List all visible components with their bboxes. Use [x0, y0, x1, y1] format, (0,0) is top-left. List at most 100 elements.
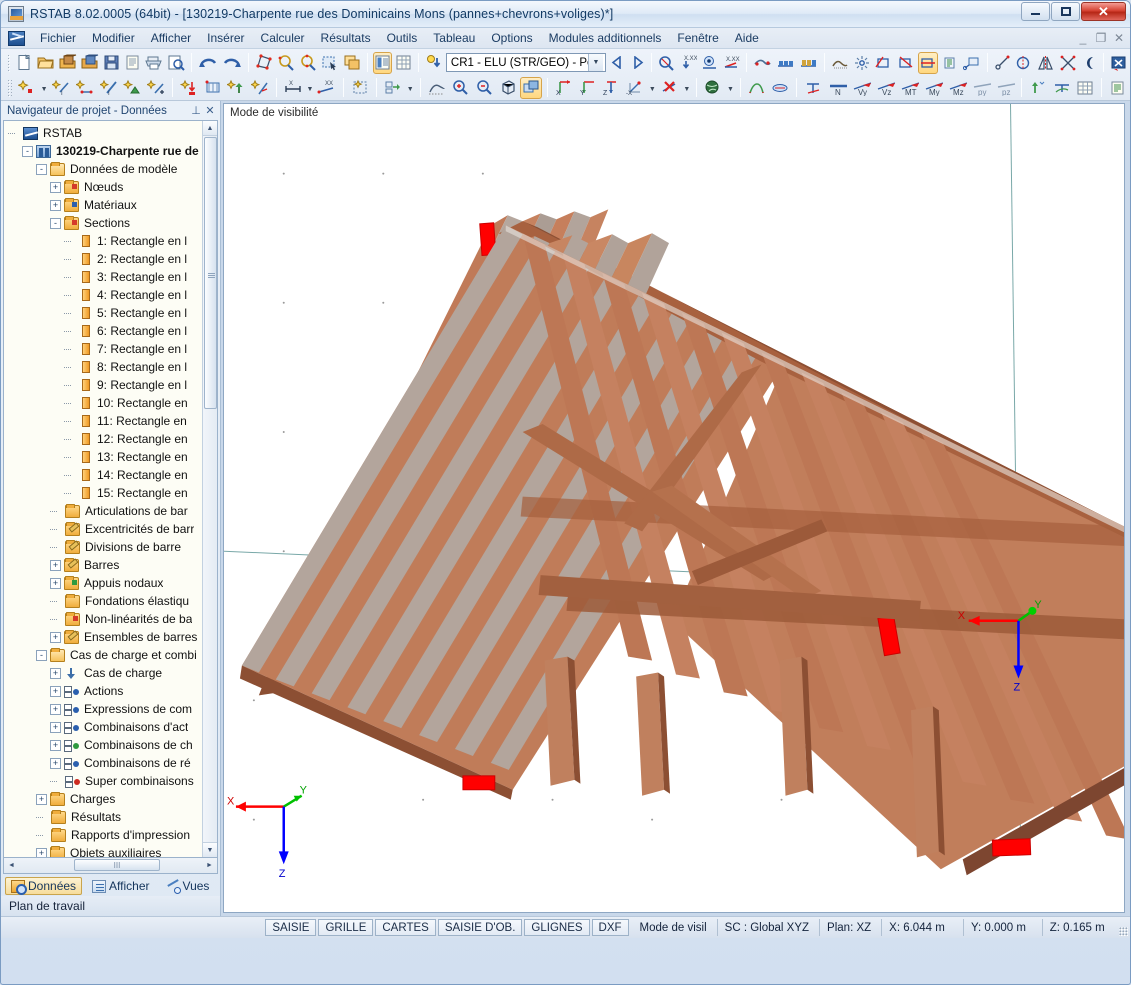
menu-calculer[interactable]: Calculer: [253, 29, 313, 47]
status-button-dxf[interactable]: DXF: [591, 919, 629, 936]
expand-icon[interactable]: +: [50, 577, 61, 589]
open-file-icon[interactable]: [36, 52, 56, 74]
mirror-vertical-icon[interactable]: [1014, 52, 1033, 74]
print-preview-icon[interactable]: [166, 52, 186, 74]
status-button-cartes[interactable]: CARTES: [375, 919, 436, 936]
new-member-nodes-icon[interactable]: [74, 77, 96, 99]
render-mode-icon[interactable]: [520, 76, 543, 99]
tree-node[interactable]: - Cas de charge et combi: [8, 646, 217, 664]
mdi-close-button[interactable]: ✕: [1113, 31, 1125, 45]
result-display-icon[interactable]: [700, 52, 719, 74]
status-button-glignes[interactable]: GLIGNES: [524, 919, 590, 936]
load-case-add-icon[interactable]: [424, 52, 443, 74]
mdi-restore-button[interactable]: ❐: [1095, 31, 1107, 45]
close-button[interactable]: ✕: [1081, 2, 1126, 21]
rotate-icon[interactable]: [1058, 52, 1078, 74]
timber-roof-model[interactable]: X Y Z X Y Z: [224, 104, 1124, 912]
expand-icon[interactable]: +: [50, 703, 61, 715]
tree-node[interactable]: 11: Rectangle en: [8, 412, 217, 430]
next-load-case-icon[interactable]: [629, 52, 647, 74]
tree-node[interactable]: 13: Rectangle en: [8, 448, 217, 466]
expand-icon[interactable]: +: [50, 667, 61, 679]
scroll-right-icon[interactable]: ►: [202, 862, 217, 869]
printout-report-icon[interactable]: [1107, 77, 1129, 99]
new-load-icon[interactable]: [178, 77, 200, 99]
tree-node[interactable]: 9: Rectangle en l: [8, 376, 217, 394]
tree-node[interactable]: - Sections: [8, 214, 217, 232]
tree-node[interactable]: 8: Rectangle en l: [8, 358, 217, 376]
expand-icon[interactable]: +: [50, 631, 61, 643]
maximize-button[interactable]: [1051, 2, 1080, 21]
view-axis-y-icon[interactable]: [896, 52, 916, 74]
select-special-icon[interactable]: [276, 52, 296, 74]
tree-node[interactable]: Résultats: [8, 808, 217, 826]
new-member-line-icon[interactable]: I: [98, 77, 120, 99]
tree-node[interactable]: + Charges: [8, 790, 217, 808]
menu-resultats[interactable]: Résultats: [313, 29, 379, 47]
menu-modifier[interactable]: Modifier: [84, 29, 143, 47]
menu-inserer[interactable]: Insérer: [199, 29, 252, 47]
deformation-icon[interactable]: [1027, 77, 1049, 99]
hscroll-thumb[interactable]: III: [74, 859, 160, 871]
scroll-down-icon[interactable]: ▼: [203, 842, 217, 857]
tree-node[interactable]: 4: Rectangle en l: [8, 286, 217, 304]
result-pz-icon[interactable]: pz: [994, 77, 1016, 99]
resize-grip[interactable]: [1117, 917, 1130, 938]
tab-donnees[interactable]: Données: [5, 877, 83, 895]
tree-node[interactable]: Fondations élastiqu: [8, 592, 217, 610]
undo-icon[interactable]: [197, 52, 219, 74]
menu-aide[interactable]: Aide: [727, 29, 767, 47]
new-file-icon[interactable]: [15, 52, 34, 74]
select-all-icon[interactable]: [298, 52, 318, 74]
navigator-tree[interactable]: RSTAB -130219-Charpente rue de - Données de…: [4, 121, 217, 857]
menu-fichier[interactable]: Fichier: [32, 29, 84, 47]
render-solid-icon[interactable]: [830, 52, 850, 74]
result-table-icon[interactable]: [1074, 77, 1096, 99]
view-axis-z-icon[interactable]: [918, 51, 939, 74]
tree-node[interactable]: + Appuis nodaux: [8, 574, 217, 592]
status-button-saisie[interactable]: SAISIE: [265, 919, 317, 936]
clear-results-icon[interactable]: [659, 77, 681, 99]
tree-node[interactable]: 6: Rectangle en l: [8, 322, 217, 340]
tab-afficher[interactable]: Afficher: [86, 877, 155, 895]
tree-node[interactable]: + Nœuds: [8, 178, 217, 196]
toolbar-grip-2[interactable]: [7, 78, 12, 97]
result-mz-icon[interactable]: Mz: [946, 77, 968, 99]
expand-icon[interactable]: +: [50, 199, 61, 211]
tree-node[interactable]: Rapports d'impression: [8, 826, 217, 844]
scroll-left-icon[interactable]: ◄: [4, 862, 19, 869]
model-3d-view[interactable]: Mode de visibilité X Y Z X Y Z: [223, 103, 1125, 913]
tree-node[interactable]: + Combinaisons d'act: [8, 718, 217, 736]
loads-display-icon[interactable]: [657, 52, 676, 74]
clear-results-dropdown[interactable]: ▼: [681, 77, 692, 99]
load-vertical-icon[interactable]: X.XX: [678, 52, 698, 74]
expand-icon[interactable]: +: [50, 757, 61, 769]
collapse-icon[interactable]: -: [36, 163, 47, 175]
collapse-icon[interactable]: -: [50, 217, 61, 229]
tree-node[interactable]: 10: Rectangle en: [8, 394, 217, 412]
measure-icon[interactable]: [993, 52, 1012, 74]
redo-icon[interactable]: [221, 52, 243, 74]
view-x-icon[interactable]: X: [553, 77, 575, 99]
select-objects-icon[interactable]: [254, 52, 274, 74]
export-excel-icon[interactable]: [1109, 52, 1129, 74]
result-vy-icon[interactable]: Vy: [850, 77, 872, 99]
result-value-icon[interactable]: X.XX: [721, 52, 741, 74]
expand-icon[interactable]: +: [36, 847, 47, 857]
expand-icon[interactable]: +: [36, 793, 47, 805]
minimize-button[interactable]: [1021, 2, 1050, 21]
tree-node[interactable]: + Cas de charge: [8, 664, 217, 682]
view-y-icon[interactable]: Y: [577, 77, 599, 99]
result-n-icon[interactable]: N: [826, 77, 848, 99]
result-base-icon[interactable]: [802, 77, 824, 99]
expand-icon[interactable]: +: [50, 721, 61, 733]
section-view-icon[interactable]: [962, 52, 982, 74]
status-coordinate-system[interactable]: SC : Global XYZ: [716, 919, 816, 936]
tree-node[interactable]: + Actions: [8, 682, 217, 700]
load-case-combo[interactable]: CR1 - ÉLU (STR/GEO) - Perm ▼: [445, 53, 606, 72]
mdi-minimize-button[interactable]: _: [1077, 31, 1089, 45]
new-surface-load-icon[interactable]: [202, 77, 224, 99]
tree-node[interactable]: + Combinaisons de ré: [8, 754, 217, 772]
result-vz-icon[interactable]: Vz: [874, 77, 896, 99]
menu-options[interactable]: Options: [483, 29, 540, 47]
